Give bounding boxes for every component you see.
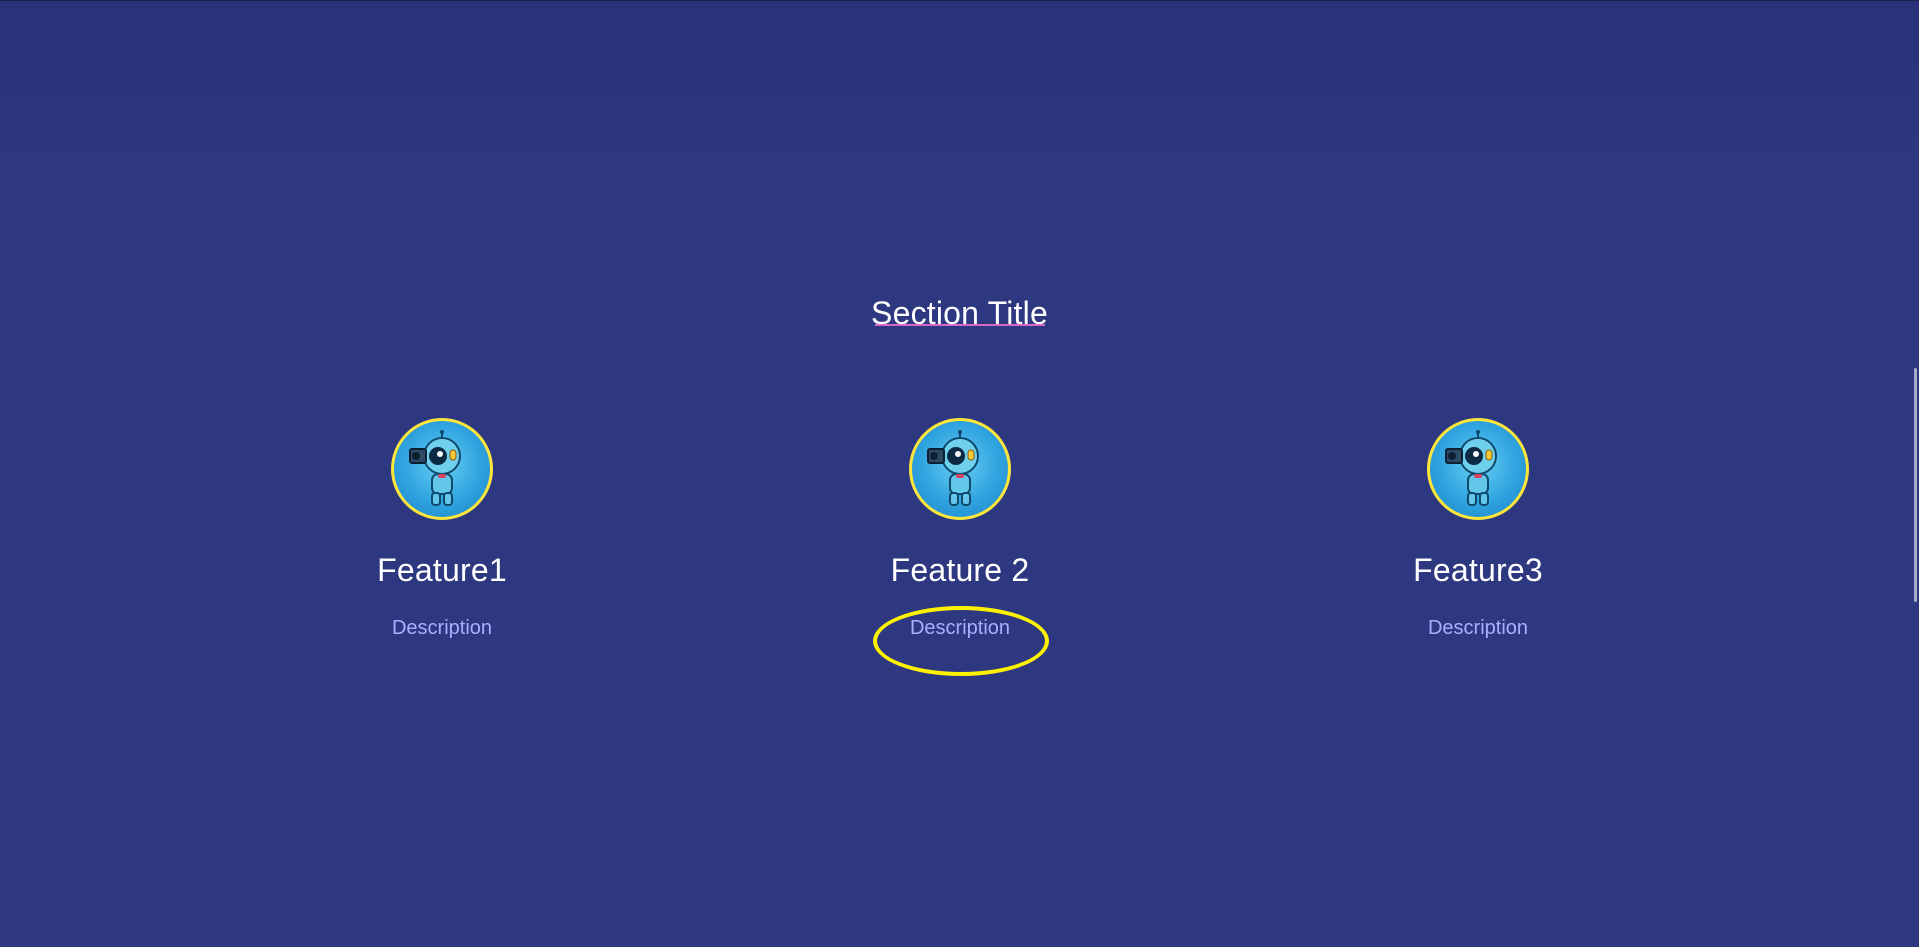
feature-card-1: Feature1 Description: [292, 418, 592, 640]
robot-avatar-icon: [909, 418, 1011, 520]
vertical-scrollbar-thumb[interactable]: [1914, 368, 1917, 602]
feature-title: Feature3: [1413, 552, 1543, 588]
section-title-underline: [875, 324, 1045, 326]
feature-card-3: Feature3 Description: [1328, 418, 1628, 640]
feature-description: Description: [909, 617, 1011, 639]
feature-description: Description: [1427, 617, 1529, 639]
top-border: [0, 0, 1919, 1]
feature-title: Feature 2: [890, 552, 1030, 588]
feature-description: Description: [391, 617, 493, 639]
feature-card-2: Feature 2 Description: [810, 418, 1110, 640]
robot-avatar-icon: [1427, 418, 1529, 520]
feature-title: Feature1: [377, 552, 507, 588]
robot-avatar-icon: [391, 418, 493, 520]
